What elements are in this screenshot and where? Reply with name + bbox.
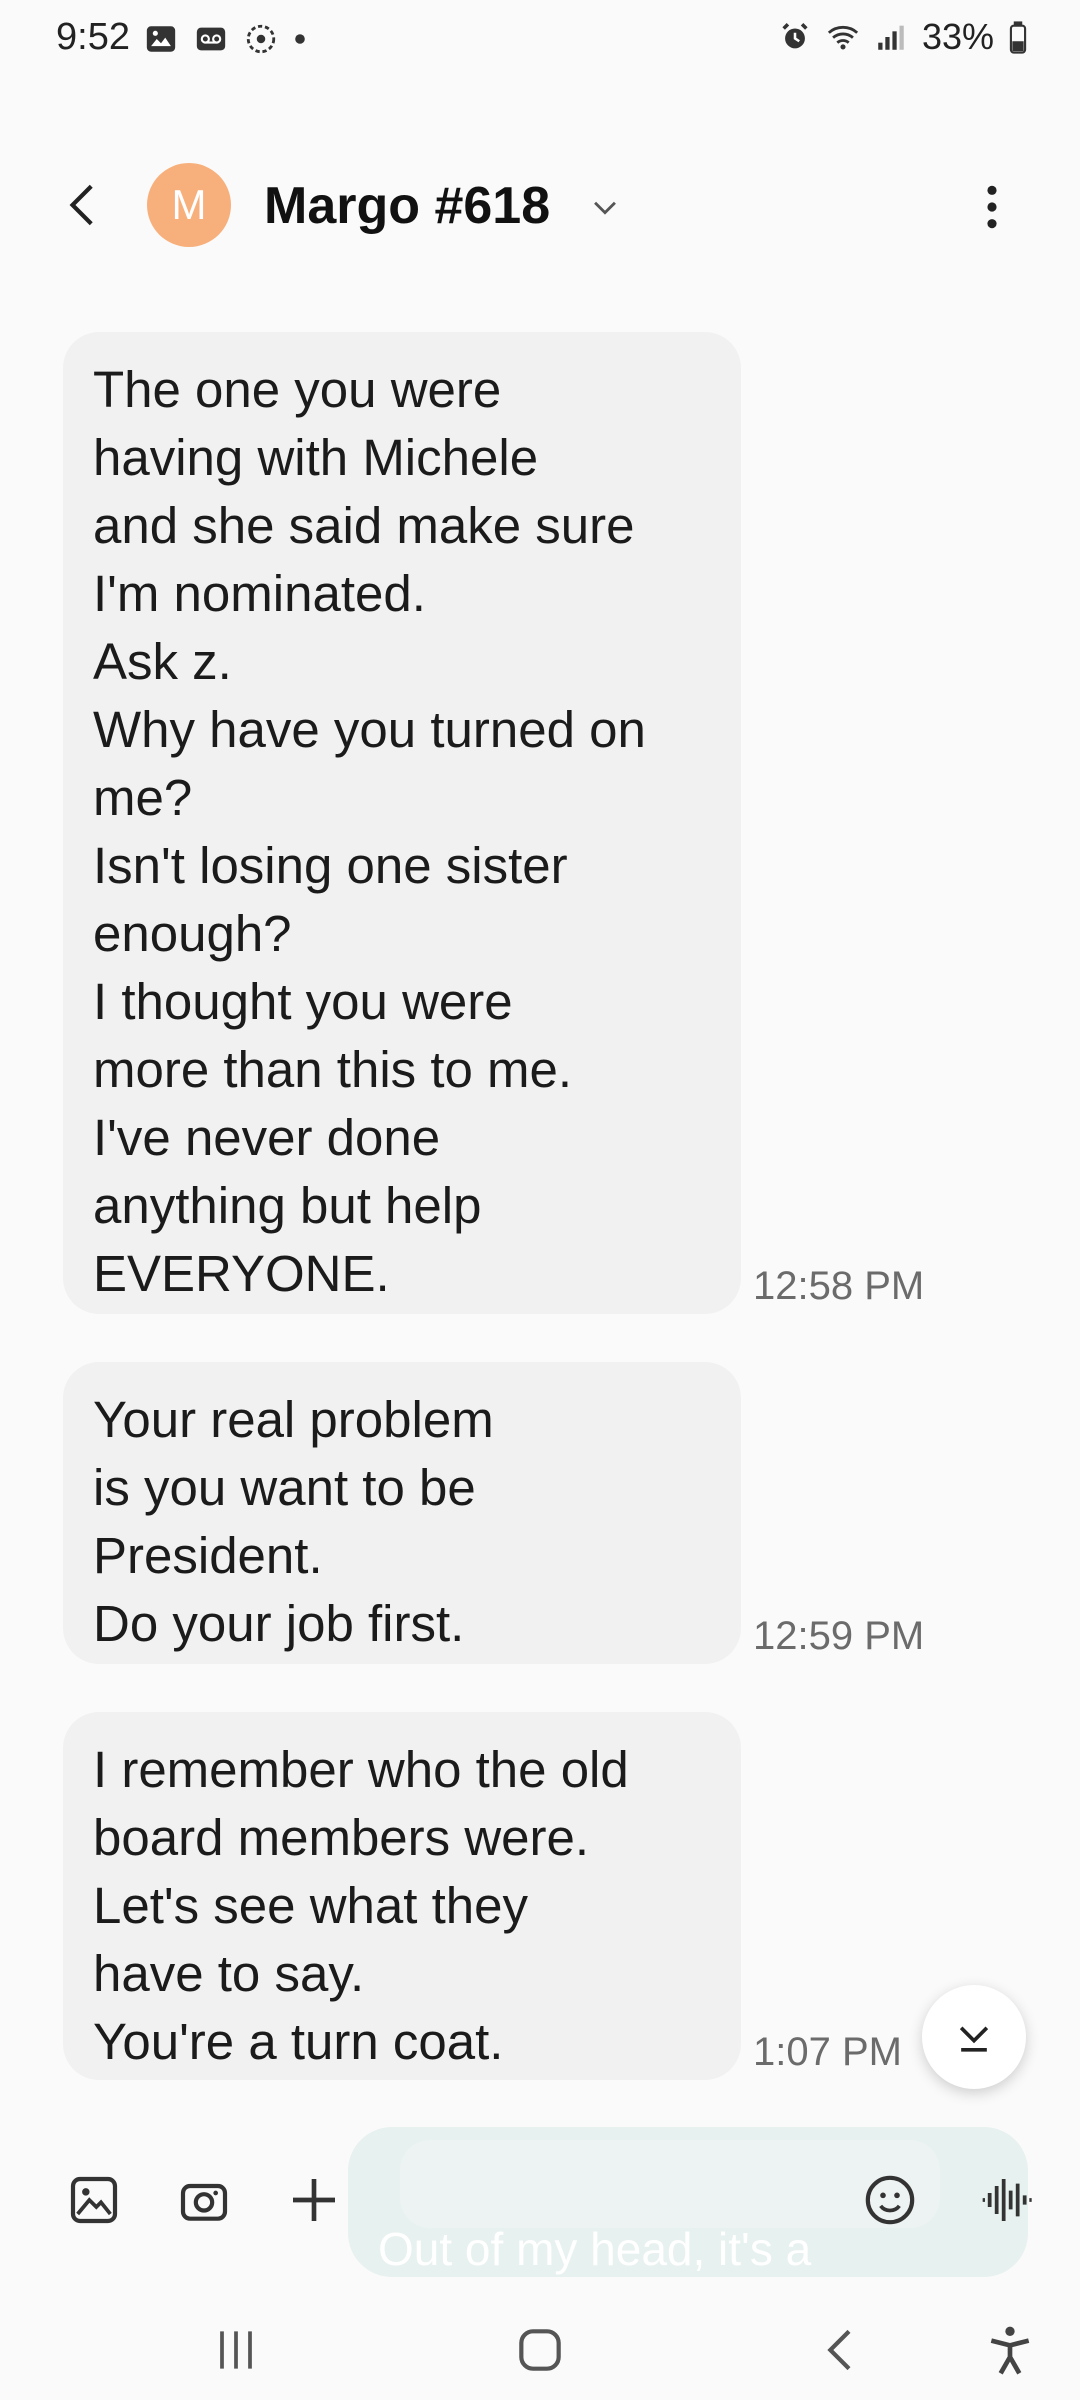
sync-notification-icon (246, 24, 276, 54)
accessibility-icon[interactable] (982, 2322, 1038, 2378)
conversation-header: M Margo #618 (0, 160, 1080, 250)
battery-percent: 33% (921, 16, 994, 57)
notification-icons (144, 22, 306, 56)
message-bubble-3[interactable]: I remember who the old board members wer… (63, 1712, 741, 2080)
chevron-down-icon (959, 2026, 989, 2052)
system-navigation-bar (0, 2300, 1080, 2400)
message-timestamp-3: 1:07 PM (753, 2030, 902, 2074)
status-time: 9:52 (56, 16, 130, 58)
more-options-button[interactable] (972, 182, 1012, 232)
contact-name[interactable]: Margo #618 (264, 176, 550, 236)
status-bar: 9:52 33% (0, 0, 1080, 80)
home-button[interactable] (512, 2322, 568, 2378)
gallery-button[interactable] (66, 2172, 122, 2228)
message-input[interactable] (400, 2140, 940, 2228)
voicemail-notification-icon (196, 27, 226, 51)
voice-input-button[interactable] (978, 2172, 1034, 2228)
system-icons: 33% (778, 16, 1028, 58)
scroll-to-bottom-button[interactable] (922, 1985, 1026, 2089)
battery-icon (1009, 21, 1027, 54)
wifi-icon (827, 25, 859, 50)
message-bubble-2[interactable]: Your real problem is you want to be Pres… (63, 1362, 741, 1664)
message-timestamp-2: 12:59 PM (753, 1614, 925, 1658)
camera-button[interactable] (176, 2172, 232, 2228)
avatar[interactable]: M (147, 163, 231, 247)
draft-text: Out of my head, it's a (378, 2223, 812, 2275)
signal-icon (878, 25, 904, 50)
emoji-button[interactable] (862, 2172, 918, 2228)
recent-apps-button[interactable] (208, 2322, 264, 2378)
message-timestamp-1: 12:58 PM (753, 1264, 925, 1308)
gallery-notification-icon (146, 26, 176, 52)
nav-back-button[interactable] (814, 2322, 870, 2378)
message-bubble-1[interactable]: The one you were having with Michele and… (63, 332, 741, 1314)
add-attachment-button[interactable] (286, 2172, 342, 2228)
more-notifications-dot (295, 34, 305, 44)
chevron-down-icon[interactable] (588, 190, 622, 224)
avatar-letter: M (171, 181, 207, 228)
alarm-icon (782, 22, 808, 49)
back-button[interactable] (60, 180, 110, 230)
